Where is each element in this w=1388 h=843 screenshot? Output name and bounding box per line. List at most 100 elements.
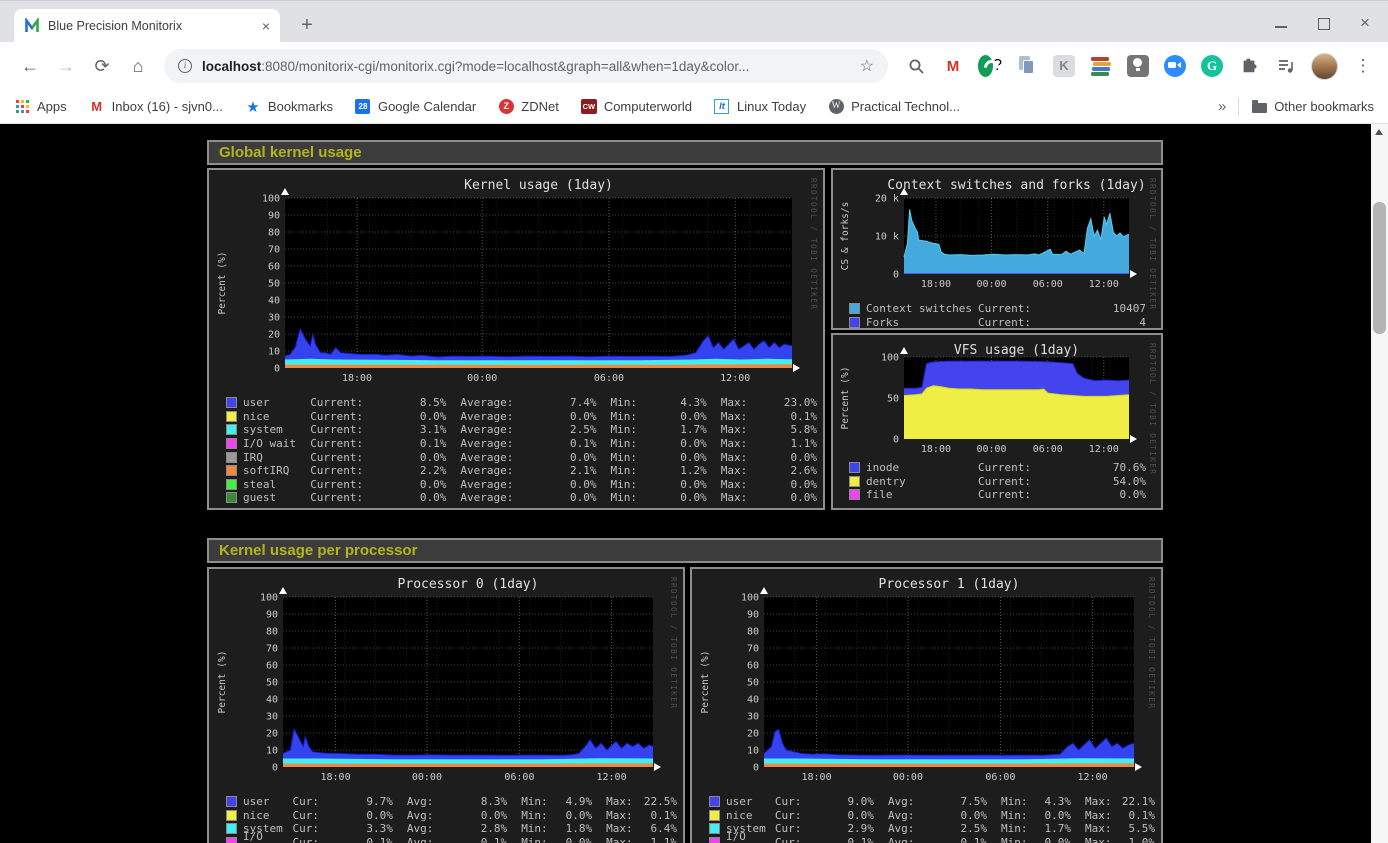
- bookmark-inbox[interactable]: MInbox (16) - sjvn0...: [89, 99, 223, 115]
- svg-text:80: 80: [268, 228, 280, 239]
- phone-extension-icon[interactable]: ?: [978, 54, 1002, 78]
- svg-text:10: 10: [266, 746, 278, 757]
- url-host: localhost: [202, 59, 261, 74]
- legend-row: systemCurrent:3.1%Average:2.5%Min:1.7%Ma…: [227, 423, 817, 437]
- legend-row: userCur:9.7%Avg:8.3%Min:4.9%Max:22.5%: [227, 795, 677, 809]
- lamp-extension-icon[interactable]: [1126, 54, 1150, 78]
- bookmark-star-icon[interactable]: ☆: [860, 56, 874, 76]
- gmail-icon: M: [89, 99, 105, 115]
- search-extension-icon[interactable]: [904, 54, 928, 78]
- svg-text:100: 100: [262, 194, 280, 205]
- site-info-icon[interactable]: i: [178, 59, 192, 73]
- page-scrollbar[interactable]: [1371, 124, 1388, 843]
- legend-swatch: [710, 811, 719, 820]
- svg-text:20: 20: [268, 330, 280, 341]
- legend-swatch: [710, 824, 719, 833]
- extensions-puzzle-icon[interactable]: [1237, 54, 1261, 78]
- svg-text:10: 10: [268, 347, 280, 358]
- svg-text:06:00: 06:00: [1033, 444, 1063, 453]
- legend-swatch: [227, 453, 236, 462]
- svg-text:00:00: 00:00: [412, 772, 442, 783]
- copy-pages-extension-icon[interactable]: [1015, 54, 1039, 78]
- gmail-extension-icon[interactable]: M: [941, 54, 965, 78]
- rrdtool-watermark: RRDTOOL / TOBI OETIKER: [1147, 577, 1156, 709]
- proc1-legend: userCur:9.0%Avg:7.5%Min:4.3%Max:22.1%nic…: [698, 795, 1155, 843]
- svg-text:0: 0: [274, 364, 280, 375]
- window-close-button[interactable]: ×: [1356, 14, 1374, 32]
- processor0-graph[interactable]: 010203040506070809010018:0000:0006:0012:…: [213, 571, 679, 843]
- zdnet-icon: Z: [499, 99, 514, 114]
- processor1-graph[interactable]: 010203040506070809010018:0000:0006:0012:…: [696, 571, 1157, 843]
- svg-text:20: 20: [747, 729, 759, 740]
- legend-swatch: [227, 466, 236, 475]
- scrollbar-up-arrow[interactable]: [1375, 129, 1383, 135]
- svg-text:80: 80: [747, 627, 759, 638]
- url-text[interactable]: localhost:8080/monitorix-cgi/monitorix.c…: [202, 59, 749, 74]
- zoom-extension-icon[interactable]: [1163, 54, 1187, 78]
- svg-text:60: 60: [266, 661, 278, 672]
- browser-window: Blue Precision Monitorix × + × ← → ⟳ ⌂ i…: [0, 0, 1388, 843]
- context-switches-graph[interactable]: 010 k20 k18:0000:0006:0012:00Context swi…: [836, 172, 1158, 326]
- svg-text:70: 70: [268, 245, 280, 256]
- legend-swatch: [227, 797, 236, 806]
- browser-tab[interactable]: Blue Precision Monitorix ×: [14, 9, 280, 43]
- bookmark-zdnet[interactable]: ZZDNet: [498, 99, 559, 115]
- other-bookmarks-button[interactable]: Other bookmarks: [1251, 99, 1374, 115]
- forward-button[interactable]: →: [52, 52, 80, 80]
- browser-menu-icon[interactable]: ⋮: [1351, 54, 1375, 78]
- window-minimize-button[interactable]: [1272, 14, 1290, 32]
- svg-text:60: 60: [268, 262, 280, 273]
- bookmark-linux-today[interactable]: ltLinux Today: [714, 99, 806, 115]
- bookmark-google-calendar[interactable]: 28Google Calendar: [355, 99, 476, 115]
- kernel-usage-graph[interactable]: 010203040506070809010018:0000:0006:0012:…: [213, 172, 819, 506]
- svg-text:0: 0: [893, 435, 899, 446]
- svg-text:Processor 0 (1day): Processor 0 (1day): [398, 577, 539, 592]
- legend-swatch: [850, 318, 859, 327]
- bookmark-computerworld[interactable]: CWComputerworld: [581, 99, 692, 115]
- bookmark-apps[interactable]: Apps: [14, 99, 67, 115]
- reload-button[interactable]: ⟳: [88, 52, 116, 80]
- tab-close-icon[interactable]: ×: [262, 18, 270, 34]
- legend-row: niceCur:0.0%Avg:0.0%Min:0.0%Max:0.1%: [710, 809, 1155, 823]
- kernel-legend: userCurrent:8.5%Average:7.4%Min:4.3%Max:…: [215, 396, 817, 505]
- bookmark-bookmarks[interactable]: ★Bookmarks: [245, 99, 333, 115]
- svg-text:Processor 1 (1day): Processor 1 (1day): [879, 577, 1020, 592]
- svg-text:40: 40: [268, 296, 280, 307]
- reading-list-extension-icon[interactable]: [1274, 54, 1298, 78]
- svg-text:10 k: 10 k: [875, 232, 899, 243]
- legend-swatch: [710, 797, 719, 806]
- section-title-kernel-per-processor: Kernel usage per processor: [207, 538, 1163, 563]
- wordpress-icon: W: [829, 99, 844, 114]
- profile-avatar[interactable]: [1311, 53, 1338, 80]
- legend-swatch: [227, 412, 236, 421]
- legend-swatch: [227, 480, 236, 489]
- svg-text:100: 100: [881, 353, 899, 364]
- home-button[interactable]: ⌂: [124, 52, 152, 80]
- legend-swatch: [227, 425, 236, 434]
- proc0-legend: userCur:9.7%Avg:8.3%Min:4.9%Max:22.5%nic…: [215, 795, 677, 843]
- svg-text:90: 90: [268, 211, 280, 222]
- legend-row: systemCur:3.3%Avg:2.8%Min:1.8%Max:6.4%: [227, 822, 677, 836]
- apps-grid-icon: [16, 100, 29, 113]
- bookmark-practical-tech[interactable]: WPractical Technol...: [828, 99, 960, 115]
- legend-swatch: [850, 477, 859, 486]
- vfs-usage-graph[interactable]: 05010018:0000:0006:0012:00VFS usage (1da…: [836, 337, 1158, 506]
- star-icon: ★: [245, 99, 261, 115]
- legend-swatch: [227, 824, 236, 833]
- monitorix-page: Global kernel usage 01020304050607080901…: [0, 124, 1371, 843]
- svg-text:50: 50: [268, 279, 280, 290]
- rrdtool-watermark: RRDTOOL / TOBI OETIKER: [809, 178, 818, 310]
- svg-text:Context switches and forks (1: Context switches and forks (1day): [887, 178, 1145, 193]
- grammarly-extension-icon[interactable]: G: [1200, 54, 1224, 78]
- new-tab-button[interactable]: +: [294, 13, 320, 39]
- back-button[interactable]: ←: [16, 52, 44, 80]
- bookmarks-overflow-chevron[interactable]: »: [1218, 98, 1226, 115]
- books-extension-icon[interactable]: [1089, 54, 1113, 78]
- address-bar[interactable]: i localhost:8080/monitorix-cgi/monitorix…: [164, 49, 888, 83]
- window-maximize-button[interactable]: [1314, 14, 1332, 32]
- kernel-usage-graph-box: 010203040506070809010018:0000:0006:0012:…: [207, 168, 825, 510]
- svg-text:06:00: 06:00: [594, 373, 624, 384]
- legend-row: niceCurrent:0.0%Average:0.0%Min:0.0%Max:…: [227, 410, 817, 424]
- scrollbar-thumb[interactable]: [1373, 202, 1386, 334]
- keeper-extension-icon[interactable]: K: [1052, 54, 1076, 78]
